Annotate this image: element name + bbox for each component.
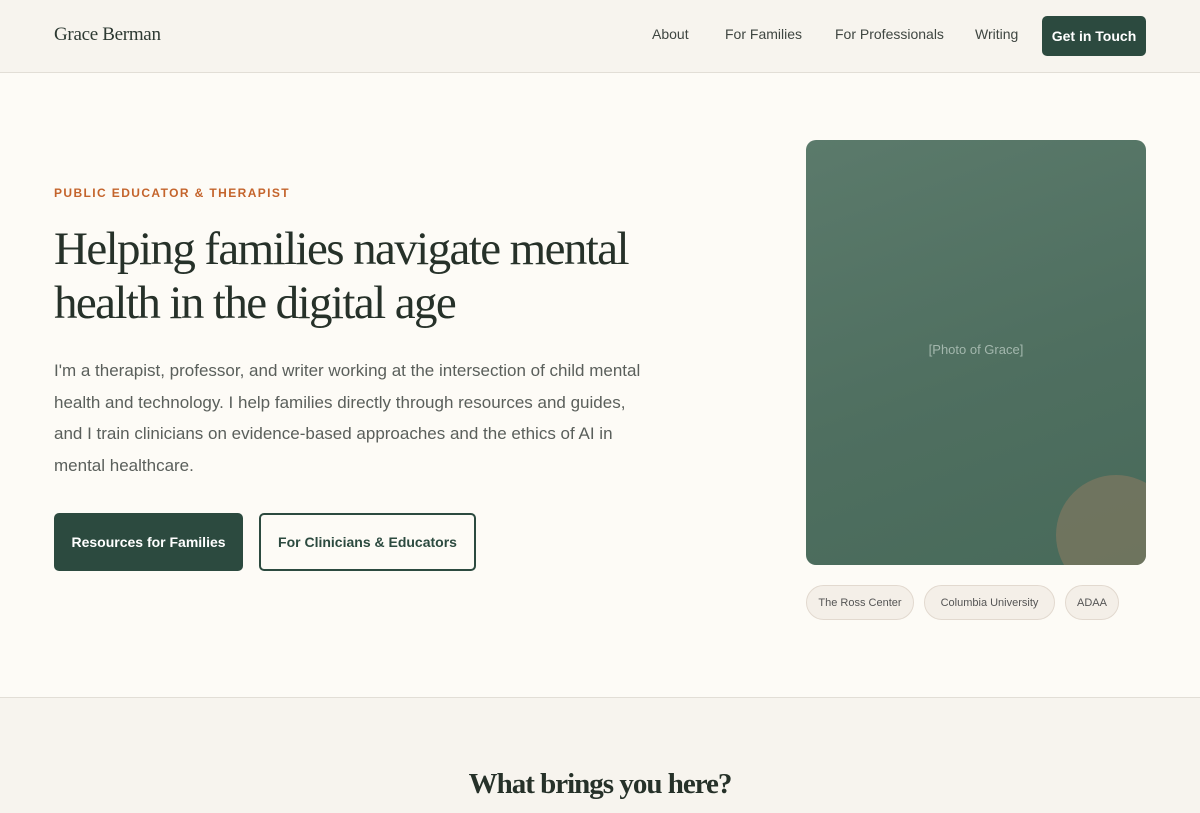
affiliation-chip-ross-center: The Ross Center <box>806 585 914 620</box>
photo-label: [Photo of Grace] <box>928 342 1024 357</box>
nav-link-for-families[interactable]: For Families <box>725 26 802 42</box>
hero-headline: Helping families navigate mental health … <box>54 223 630 329</box>
nav-link-for-professionals[interactable]: For Professionals <box>835 26 944 42</box>
for-clinicians-educators-button[interactable]: For Clinicians & Educators <box>259 513 476 571</box>
what-brings-you-section: What brings you here? <box>0 697 1200 813</box>
main-nav: About For Families For Professionals Wri… <box>0 0 1200 72</box>
hero-intro: I'm a therapist, professor, and writer w… <box>54 361 641 476</box>
affiliation-chip-adaa: ADAA <box>1065 585 1119 620</box>
decorative-circle <box>1056 475 1146 565</box>
affiliation-chip-columbia: Columbia University <box>924 585 1055 620</box>
resources-for-families-button[interactable]: Resources for Families <box>54 513 243 571</box>
get-in-touch-button[interactable]: Get in Touch <box>1042 16 1146 56</box>
section-title: What brings you here? <box>468 768 733 800</box>
site-header: Grace Berman About For Families For Prof… <box>0 0 1200 73</box>
nav-link-writing[interactable]: Writing <box>975 26 1018 42</box>
nav-link-about[interactable]: About <box>652 26 689 42</box>
grace-photo-placeholder: [Photo of Grace] <box>806 140 1146 565</box>
hero-eyebrow: PUBLIC EDUCATOR & THERAPIST <box>54 186 291 200</box>
